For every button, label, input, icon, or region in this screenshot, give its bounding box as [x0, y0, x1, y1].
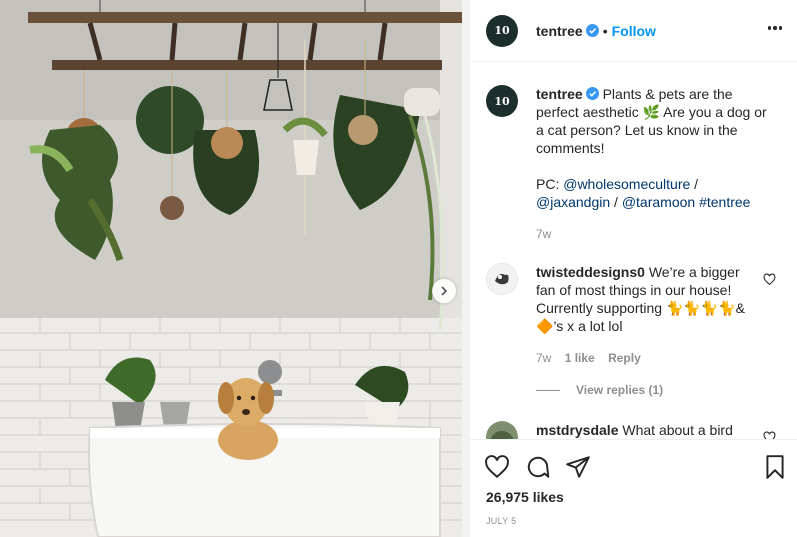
- avatar-image: [486, 263, 518, 295]
- comment-item: mstdrysdale What about a bird: [486, 421, 750, 439]
- post-photo: [0, 0, 469, 537]
- share-icon[interactable]: [565, 454, 591, 480]
- account-info: tentree • Follow: [536, 23, 656, 39]
- post-caption: 10 tentree Plants & pets are the perfect…: [486, 85, 772, 243]
- view-replies-button[interactable]: View replies (1): [536, 383, 663, 397]
- commenter-avatar[interactable]: [486, 263, 518, 295]
- comment-content: twisteddesigns0 We’re a bigger fan of mo…: [536, 263, 750, 367]
- post-panel: 10 tentree • Follow 10 tentree Plants & …: [469, 0, 797, 537]
- caption-time[interactable]: 7w: [536, 225, 772, 243]
- commenter-username[interactable]: twisteddesigns0: [536, 264, 645, 280]
- avatar-image: [486, 421, 518, 439]
- verified-badge-icon: [585, 87, 599, 100]
- comment-time[interactable]: 7w: [536, 351, 551, 365]
- post-actions: 26,975 likes JULY 5: [470, 439, 797, 537]
- verified-badge-icon: [585, 24, 599, 37]
- mention-link[interactable]: @wholesomeculture: [563, 176, 690, 192]
- post-header: 10 tentree • Follow: [470, 0, 797, 62]
- bookmark-icon[interactable]: [762, 454, 788, 480]
- comment-like-heart-icon[interactable]: [763, 273, 776, 286]
- commenter-username[interactable]: mstdrysdale: [536, 422, 618, 438]
- comment-item: twisteddesigns0 We’re a bigger fan of mo…: [486, 263, 750, 367]
- mention-link[interactable]: @taramoon: [622, 194, 695, 210]
- mention-link[interactable]: @jaxandgin: [536, 194, 610, 210]
- hashtag-link[interactable]: #tentree: [699, 194, 750, 210]
- comment-likes[interactable]: 1 like: [565, 351, 595, 365]
- comment-content: mstdrysdale What about a bird: [536, 421, 750, 439]
- account-username[interactable]: tentree: [536, 23, 583, 39]
- separator-slash: /: [694, 176, 699, 192]
- comment-icon[interactable]: [525, 454, 551, 480]
- comment-like-heart-icon[interactable]: [763, 431, 776, 439]
- caption-text: tentree Plants & pets are the perfect ae…: [536, 85, 772, 243]
- separator-slash: /: [614, 194, 618, 210]
- separator-dot: •: [602, 22, 608, 39]
- caption-username[interactable]: tentree: [536, 86, 583, 102]
- reply-button[interactable]: Reply: [608, 351, 641, 365]
- comment-text: What about a bird: [622, 422, 733, 438]
- comment-meta: 7w 1 like Reply: [536, 349, 750, 367]
- comments-section: 10 tentree Plants & pets are the perfect…: [470, 63, 797, 439]
- account-avatar[interactable]: 10: [486, 14, 518, 47]
- replies-divider-line: [536, 389, 560, 391]
- photo-credit-label: PC:: [536, 176, 560, 192]
- more-options-icon[interactable]: [764, 18, 786, 38]
- follow-button[interactable]: Follow: [612, 23, 656, 39]
- photo-illustration: [0, 0, 469, 537]
- chevron-right-icon: [441, 286, 448, 296]
- commenter-avatar[interactable]: [486, 421, 518, 439]
- like-count[interactable]: 26,975 likes: [486, 489, 564, 505]
- view-replies-label: View replies (1): [576, 383, 664, 397]
- heart-icon[interactable]: [484, 454, 510, 480]
- post-date[interactable]: JULY 5: [486, 516, 516, 526]
- caption-avatar[interactable]: 10: [486, 85, 518, 117]
- next-photo-button[interactable]: [432, 279, 456, 303]
